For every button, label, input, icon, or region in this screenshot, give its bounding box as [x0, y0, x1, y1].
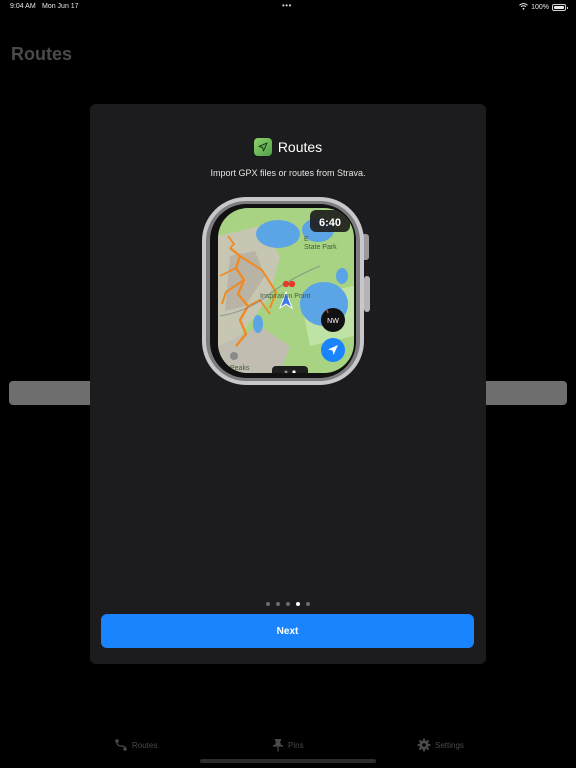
- tab-pins-label: Pins: [288, 740, 304, 750]
- watch-illustration: E State Park Inspiration Point Peaks 6:4…: [202, 197, 370, 385]
- location-arrow-icon[interactable]: [321, 338, 345, 362]
- status-bar: 9:04 AM Mon Jun 17 ••• 100%: [0, 0, 576, 14]
- compass-button[interactable]: NW: [321, 308, 345, 332]
- point-label: Inspiration Point: [260, 293, 310, 300]
- tab-routes-label: Routes: [132, 740, 158, 750]
- gear-icon: [417, 738, 431, 752]
- modal-subtitle: Import GPX files or routes from Strava.: [210, 168, 366, 178]
- next-button[interactable]: Next: [101, 614, 474, 648]
- background-page-title: Routes: [11, 44, 73, 64]
- modal-title: Routes: [277, 139, 323, 155]
- route-icon: [114, 738, 128, 752]
- tab-bar: Routes Pins Settings: [0, 734, 576, 758]
- page-dot-active[interactable]: [296, 602, 300, 606]
- park-label-line1: E: [304, 236, 309, 243]
- background-bar-right: [478, 381, 567, 405]
- tab-settings-label: Settings: [435, 740, 464, 750]
- status-time: 9:04 AM: [10, 3, 36, 10]
- watch-side-button: [364, 276, 370, 312]
- background-bar-left: [9, 381, 99, 405]
- wifi-icon: [519, 3, 528, 12]
- battery-percent: 100%: [531, 4, 549, 11]
- page-dot[interactable]: [266, 602, 270, 606]
- page-dot[interactable]: [306, 602, 310, 606]
- tab-routes[interactable]: Routes: [114, 738, 157, 752]
- status-right-group: 100%: [519, 3, 568, 12]
- onboarding-modal: Routes Import GPX files or routes from S…: [90, 104, 486, 664]
- tab-pins[interactable]: Pins: [272, 738, 304, 752]
- watch-time: 6:40: [319, 217, 341, 229]
- page-indicator[interactable]: [90, 602, 486, 606]
- multitasking-dots[interactable]: •••: [282, 1, 292, 10]
- status-date: Mon Jun 17: [42, 3, 79, 10]
- battery-icon: [552, 4, 568, 11]
- modal-header: Routes: [90, 138, 486, 156]
- home-indicator[interactable]: [200, 759, 376, 763]
- park-label-line2: State Park: [304, 244, 337, 251]
- pin-icon: [272, 738, 284, 752]
- compass-label: NW: [327, 318, 339, 325]
- page-dot[interactable]: [286, 602, 290, 606]
- page-dot[interactable]: [276, 602, 280, 606]
- tab-settings[interactable]: Settings: [417, 738, 464, 752]
- watch-map-screen: E State Park Inspiration Point Peaks 6:4…: [218, 208, 354, 373]
- navigation-arrow-icon: [253, 138, 272, 156]
